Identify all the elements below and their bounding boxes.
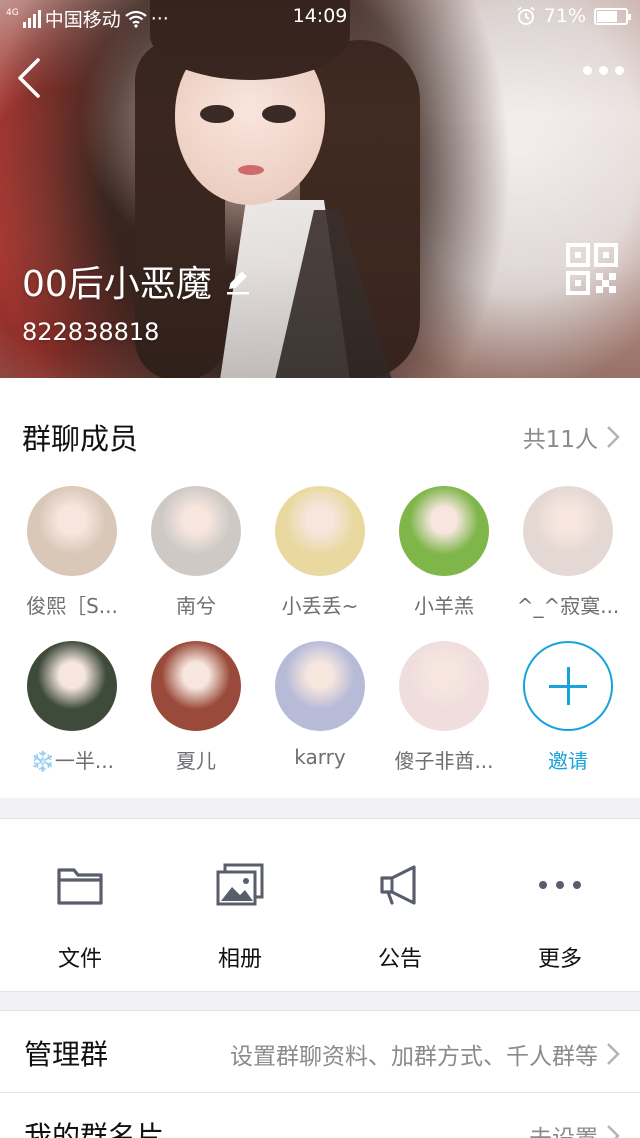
alarm-icon xyxy=(517,6,535,25)
member-item[interactable]: 南兮 xyxy=(134,486,258,619)
avatar xyxy=(151,486,241,576)
member-name: ^_^寂寞... xyxy=(516,594,620,618)
member-name: ❄️一半... xyxy=(30,749,114,773)
invite-button[interactable]: 邀请 xyxy=(506,641,630,774)
edit-icon[interactable] xyxy=(224,267,252,295)
manage-group-label: 管理群 xyxy=(24,1038,109,1071)
member-item[interactable]: karry xyxy=(258,641,382,769)
member-name: karry xyxy=(294,745,346,769)
plus-icon xyxy=(523,641,613,731)
avatar xyxy=(151,641,241,731)
members-count[interactable]: 共11人 xyxy=(523,420,620,454)
group-id: 822838818 xyxy=(22,318,160,346)
member-name: 傻子非酋... xyxy=(394,749,494,773)
tool-label: 更多 xyxy=(537,947,582,972)
chevron-left-icon xyxy=(18,58,40,98)
avatar xyxy=(27,486,117,576)
members-count-label: 共11人 xyxy=(522,427,598,453)
folder-icon xyxy=(57,868,103,905)
tool-label: 相册 xyxy=(217,947,262,972)
tool-label: 公告 xyxy=(377,947,422,972)
megaphone-icon xyxy=(380,865,416,905)
my-group-card-label: 我的群名片 xyxy=(24,1120,165,1138)
member-name: 小羊羔 xyxy=(414,594,474,618)
members-header[interactable]: 群聊成员 共11人 xyxy=(22,416,620,458)
my-group-card-value: 未设置 xyxy=(529,1119,620,1138)
member-item[interactable]: 夏儿 xyxy=(134,641,258,774)
member-item[interactable]: 小丢丢~ xyxy=(258,486,382,619)
more-dots-icon xyxy=(539,881,581,889)
more-options-button[interactable] xyxy=(583,66,624,75)
my-group-card-row[interactable]: 我的群名片 未设置 xyxy=(0,1092,640,1138)
manage-group-desc: 设置群聊资料、加群方式、千人群等 xyxy=(230,1044,598,1070)
tool-album[interactable]: 相册 xyxy=(160,857,320,973)
chevron-right-icon xyxy=(607,1125,620,1138)
member-name: 夏儿 xyxy=(176,749,216,773)
qr-code-icon xyxy=(566,243,618,295)
member-item[interactable]: ^_^寂寞... xyxy=(506,486,630,619)
member-item[interactable]: ❄️一半... xyxy=(10,641,134,774)
member-item[interactable]: 俊熙［S... xyxy=(10,486,134,619)
group-name-row[interactable]: 00后小恶魔 xyxy=(22,255,252,307)
avatar xyxy=(523,486,613,576)
avatar xyxy=(399,641,489,731)
member-item[interactable]: 小羊羔 xyxy=(382,486,506,619)
member-item[interactable]: 傻子非酋... xyxy=(382,641,506,774)
avatar xyxy=(399,486,489,576)
qr-code-button[interactable] xyxy=(566,243,618,295)
member-name: 小丢丢~ xyxy=(281,594,359,618)
my-group-card-status: 未设置 xyxy=(529,1119,598,1138)
manage-group-row[interactable]: 管理群 设置群聊资料、加群方式、千人群等 xyxy=(0,1010,640,1092)
member-name: 南兮 xyxy=(176,594,216,618)
member-name: 俊熙［S... xyxy=(26,594,118,618)
avatar xyxy=(275,641,365,731)
invite-label: 邀请 xyxy=(548,749,588,773)
group-name: 00后小恶魔 xyxy=(22,264,212,305)
album-icon xyxy=(216,863,264,906)
tool-announcement[interactable]: 公告 xyxy=(320,857,480,973)
tool-label: 文件 xyxy=(57,947,102,972)
tool-more[interactable]: 更多 xyxy=(480,857,640,973)
avatar xyxy=(27,641,117,731)
tools-section: 文件 相册 公告 更多 xyxy=(0,818,640,992)
manage-group-value: 设置群聊资料、加群方式、千人群等 xyxy=(230,1037,620,1071)
back-button[interactable] xyxy=(14,56,54,100)
battery-icon xyxy=(594,7,631,25)
chevron-right-icon xyxy=(607,1043,620,1065)
avatar xyxy=(275,486,365,576)
status-bar: 4G 中国移动 ··· 14:09 71% xyxy=(0,0,640,34)
chevron-right-icon xyxy=(607,426,620,448)
tool-files[interactable]: 文件 xyxy=(0,857,160,973)
members-title: 群聊成员 xyxy=(22,422,139,456)
members-section: 群聊成员 共11人 俊熙［S... 南兮 小丢丢~ 小羊羔 ^_^寂寞... ❄️一半..… xyxy=(0,378,640,798)
battery-percent: 71% xyxy=(543,5,586,27)
